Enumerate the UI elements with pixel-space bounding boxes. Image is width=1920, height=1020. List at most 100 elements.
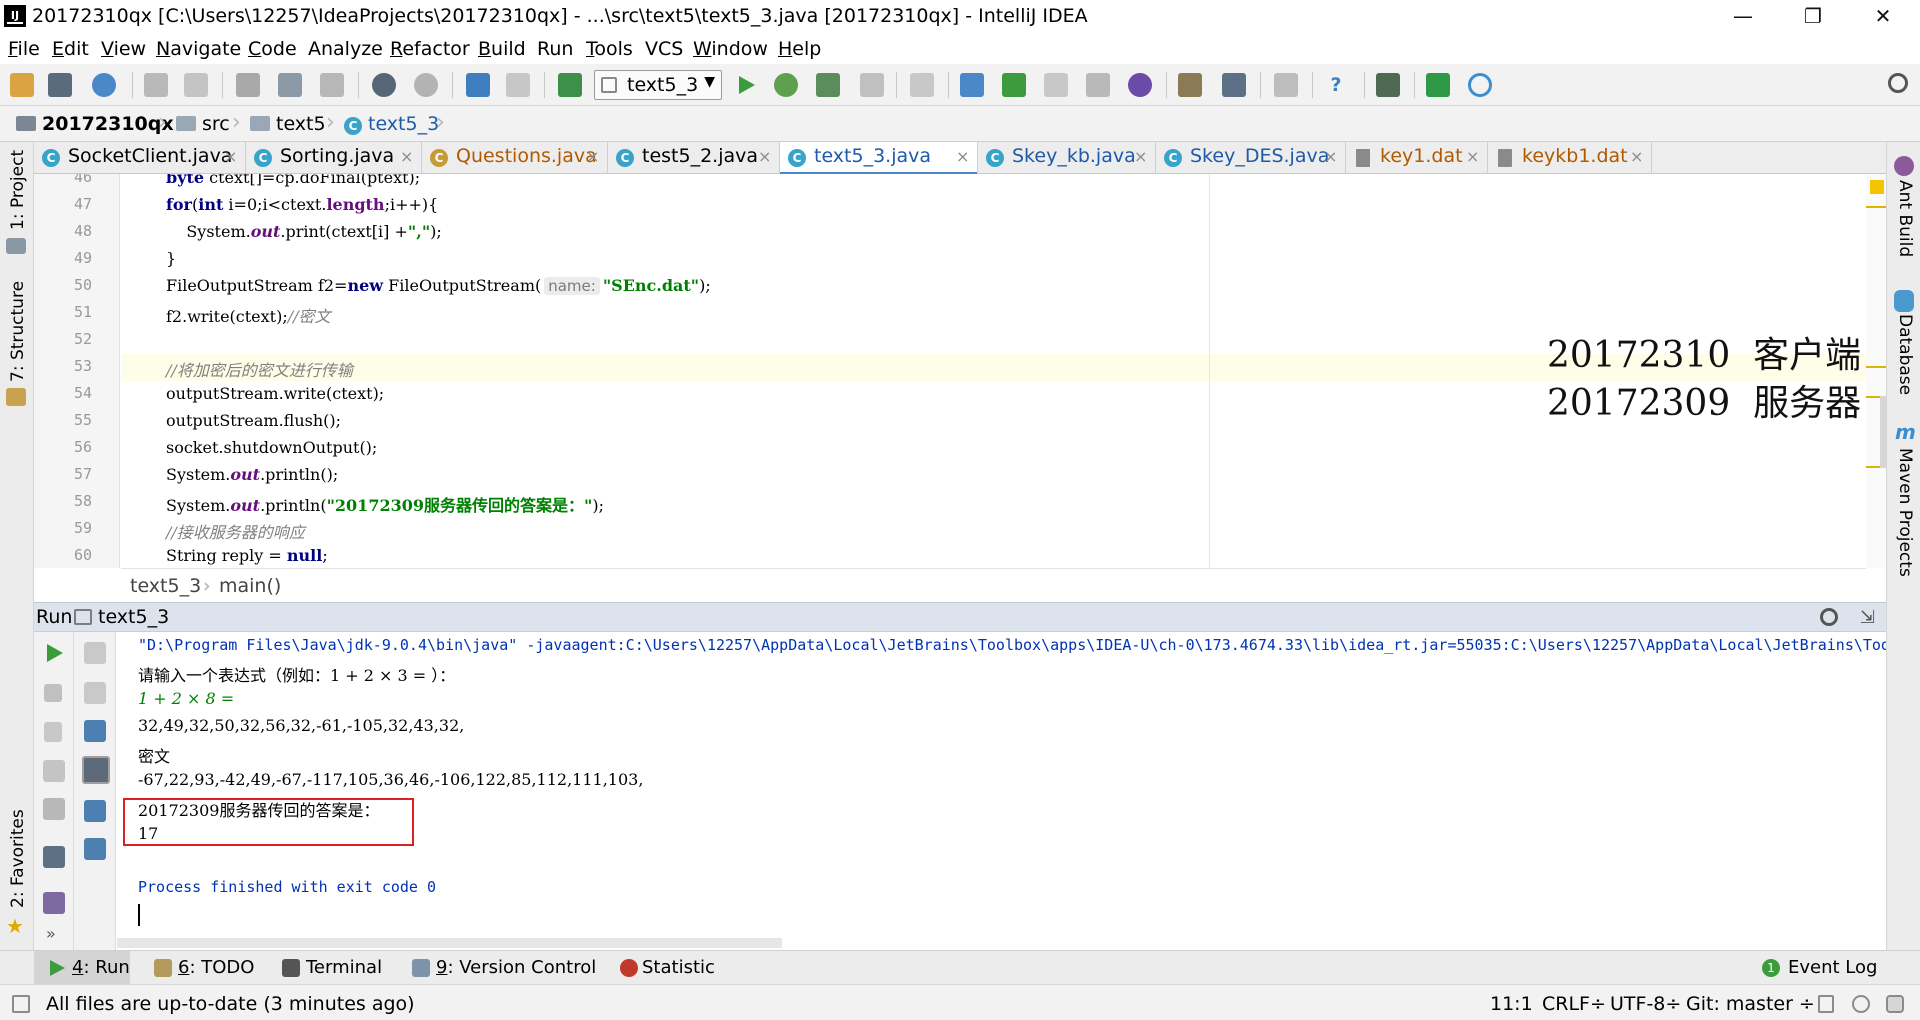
close-tab-icon[interactable]: × [1630, 147, 1643, 166]
back-icon[interactable] [466, 73, 490, 97]
menu-analyze[interactable]: Analyze [308, 38, 383, 60]
synchronize-icon[interactable] [92, 73, 116, 97]
arrow-down-icon[interactable] [84, 682, 106, 704]
redo-icon[interactable] [184, 73, 208, 97]
run-console-output[interactable]: "D:\Program Files\Java\jdk-9.0.4\bin\jav… [117, 632, 1886, 950]
check-circle-icon[interactable] [1468, 73, 1492, 97]
encoding-selector[interactable]: UTF-8÷ [1610, 993, 1681, 1015]
menu-window[interactable]: Window [693, 38, 768, 60]
tab-socketclient[interactable]: C SocketClient.java × [34, 142, 246, 174]
close-window-button[interactable]: ✕ [1854, 0, 1912, 34]
breadcrumb-project[interactable]: 20172310qx [16, 113, 174, 135]
warning-indicator-icon[interactable] [1870, 180, 1884, 194]
line-separator-selector[interactable]: CRLF÷ [1542, 993, 1606, 1015]
find-icon[interactable] [372, 73, 396, 97]
memory-indicator-icon[interactable] [1886, 995, 1904, 1013]
menu-tools[interactable]: Tools [586, 38, 633, 60]
close-tab-icon[interactable]: × [956, 147, 969, 166]
breadcrumb-src[interactable]: src [176, 113, 230, 135]
pause-icon[interactable] [44, 722, 62, 742]
statistic-icon[interactable] [1426, 73, 1450, 97]
sdk-download-icon[interactable] [1274, 73, 1298, 97]
build-project-icon[interactable] [558, 73, 582, 97]
menu-code[interactable]: Code [248, 38, 297, 60]
vcs-update-icon[interactable] [960, 73, 984, 97]
tool-window-version-control[interactable]: 9: Version Control [408, 951, 596, 984]
favorites-tool-tab[interactable]: 2: Favorites [8, 809, 28, 908]
vcs-commit-icon[interactable] [1002, 73, 1026, 97]
restore-layout-icon[interactable] [43, 846, 65, 868]
tool-window-terminal[interactable]: Terminal [276, 951, 386, 984]
menu-build[interactable]: Build [478, 38, 526, 60]
console-horizontal-scrollbar[interactable] [117, 938, 782, 948]
ant-build-tool-tab[interactable]: Ant Build [1895, 180, 1915, 257]
copy-icon[interactable] [278, 73, 302, 97]
replace-icon[interactable] [414, 73, 438, 97]
breadcrumb-class[interactable]: Ctext5_3 [344, 113, 439, 135]
tab-questions[interactable]: C Questions.java × [422, 142, 608, 174]
print-icon[interactable] [84, 800, 106, 822]
save-all-icon[interactable] [48, 73, 72, 97]
hide-panel-icon[interactable]: ⇲ [1860, 607, 1875, 628]
plugin-icon[interactable] [1376, 73, 1400, 97]
menu-vcs[interactable]: VCS [645, 38, 683, 60]
tab-text5-3[interactable]: C text5_3.java × [780, 142, 978, 175]
run-configuration-select[interactable]: text5_3 ▼ [594, 70, 722, 100]
structure-tool-tab[interactable]: 7: Structure [8, 281, 28, 382]
dump-threads-icon[interactable] [43, 760, 65, 782]
editor-scrollbar[interactable] [1880, 396, 1886, 468]
menu-edit[interactable]: Edit [52, 38, 89, 60]
rerun-icon[interactable] [43, 642, 65, 664]
tab-sorting[interactable]: C Sorting.java × [246, 142, 422, 174]
run-tab-text5-3[interactable]: text5_3 [74, 606, 169, 628]
tab-keykb1-dat[interactable]: keykb1.dat × [1488, 142, 1652, 174]
toggle-tool-windows-icon[interactable] [12, 995, 30, 1013]
code-editor[interactable]: byte ctext[]=cp.doFinal(ptext); for(int … [121, 174, 1866, 568]
tool-window-todo[interactable]: 6: TODO [146, 951, 256, 984]
search-everywhere-icon[interactable] [1888, 73, 1908, 93]
history-icon[interactable] [1086, 73, 1110, 97]
lock-icon[interactable] [1818, 995, 1834, 1013]
more-icon[interactable]: » [46, 924, 56, 943]
close-tab-icon[interactable]: × [758, 147, 771, 166]
close-tab-icon[interactable]: × [1466, 147, 1479, 166]
project-tool-tab[interactable]: 1: Project [8, 150, 28, 230]
crumb-class[interactable]: text5_3 [130, 575, 201, 597]
menu-refactor[interactable]: Refactor [390, 38, 470, 60]
breadcrumb-package[interactable]: text5 [250, 113, 326, 135]
caret-position[interactable]: 11:1 [1490, 993, 1533, 1015]
soft-wrap-icon[interactable] [84, 720, 106, 742]
close-tab-icon[interactable]: × [224, 147, 237, 166]
menu-help[interactable]: Help [778, 38, 821, 60]
revert-icon[interactable] [1128, 73, 1152, 97]
menu-file[interactable]: File [8, 38, 40, 60]
trash-icon[interactable] [84, 838, 106, 860]
stop-icon[interactable] [860, 73, 884, 97]
git-branch-selector[interactable]: Git: master ÷ [1686, 993, 1815, 1015]
tool-window-statistic[interactable]: Statistic [614, 951, 726, 984]
stop-icon[interactable] [44, 684, 62, 702]
run-with-coverage-icon[interactable] [816, 73, 840, 97]
settings-gear-icon[interactable] [1820, 608, 1838, 626]
scroll-to-end-icon[interactable] [82, 756, 110, 784]
tab-key1-dat[interactable]: key1.dat × [1346, 142, 1488, 174]
tool-window-run[interactable]: 4: Run [34, 951, 130, 984]
project-structure-icon[interactable] [1222, 73, 1246, 97]
close-tab-icon[interactable]: × [400, 147, 413, 166]
debug-icon[interactable] [774, 73, 798, 97]
tool-window-event-log[interactable]: 1 Event Log [1762, 951, 1882, 984]
compare-icon[interactable] [1044, 73, 1068, 97]
maven-tool-tab[interactable]: Maven Projects [1895, 448, 1915, 577]
restore-button[interactable]: ❐ [1784, 0, 1842, 34]
open-folder-icon[interactable] [10, 73, 34, 97]
tab-skey-kb[interactable]: C Skey_kb.java × [978, 142, 1156, 174]
paste-icon[interactable] [320, 73, 344, 97]
pin-icon[interactable] [43, 892, 65, 914]
arrow-up-icon[interactable] [84, 642, 106, 664]
database-tool-tab[interactable]: Database [1895, 314, 1915, 395]
settings-wrench-icon[interactable] [1178, 73, 1202, 97]
run-icon[interactable] [734, 73, 758, 97]
exit-icon[interactable] [43, 798, 65, 820]
inspector-icon[interactable] [1852, 995, 1870, 1013]
forward-icon[interactable] [506, 73, 530, 97]
